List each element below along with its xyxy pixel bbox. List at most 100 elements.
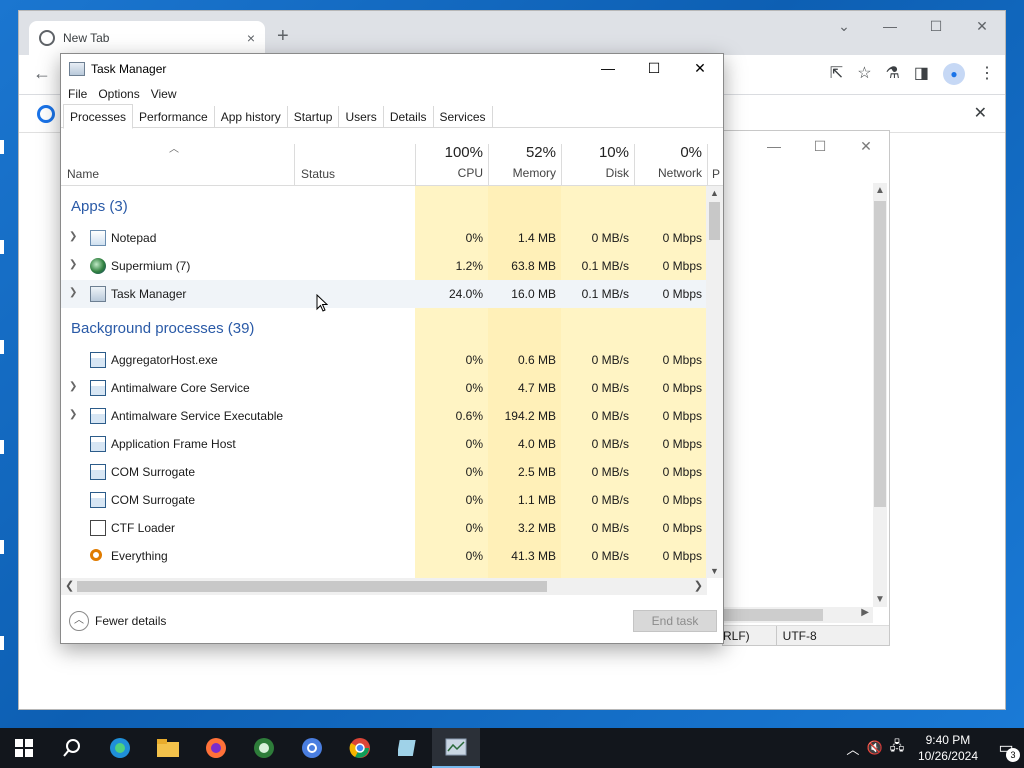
chrome-icon[interactable] (336, 728, 384, 768)
chromium-icon[interactable] (288, 728, 336, 768)
scroll-right-icon[interactable]: ▶ (861, 607, 869, 618)
clock[interactable]: 9:40 PM 10/26/2024 (908, 732, 988, 764)
new-tab-button[interactable]: + (277, 25, 289, 48)
scrollbar-thumb[interactable] (77, 581, 547, 592)
expand-chevron-icon[interactable]: ❯ (69, 231, 77, 242)
process-cpu: 24.0% (448, 287, 483, 301)
share-icon[interactable]: ⇱ (830, 63, 843, 85)
expand-chevron-icon[interactable]: ❯ (69, 381, 77, 392)
vertical-scrollbar[interactable]: ▲ ▼ (706, 186, 723, 578)
browser-maximize-button[interactable]: ☐ (913, 11, 959, 41)
supermium-icon[interactable] (240, 728, 288, 768)
bookmark-star-icon[interactable]: ☆ (857, 63, 871, 85)
minimize-button[interactable]: — (585, 54, 631, 84)
notification-center-icon[interactable]: ▭ 3 (988, 738, 1024, 762)
table-row[interactable]: ❯ Antimalware Service Executable 0.6% 19… (61, 402, 707, 430)
column-network[interactable]: 0% Network (634, 144, 702, 180)
menu-kebab-icon[interactable]: ⋮ (979, 63, 995, 85)
notepad-vertical-scrollbar[interactable]: ▲ ▼ (873, 183, 887, 607)
memory-total: 52% (525, 144, 556, 161)
tab-app-history[interactable]: App history (215, 106, 288, 128)
table-row[interactable]: Everything 0% 41.3 MB 0 MB/s 0 Mbps (61, 542, 707, 570)
process-cpu: 0% (465, 437, 483, 451)
scroll-up-icon[interactable]: ▲ (706, 188, 723, 198)
process-name: Antimalware Core Service (111, 381, 250, 395)
table-row[interactable]: COM Surrogate 0% 1.1 MB 0 MB/s 0 Mbps (61, 486, 707, 514)
table-row[interactable]: ❯ Antimalware Core Service 0% 4.7 MB 0 M… (61, 374, 707, 402)
column-divider[interactable] (707, 144, 708, 186)
column-name[interactable]: Name (67, 167, 99, 181)
expand-chevron-icon[interactable]: ❯ (69, 409, 77, 420)
tab-users[interactable]: Users (339, 106, 384, 128)
notepad-minimize-button[interactable]: — (751, 131, 797, 161)
chevron-up-icon[interactable]: ︿ (842, 739, 864, 758)
tab-processes[interactable]: Processes (63, 104, 134, 129)
scroll-up-icon[interactable]: ▲ (873, 185, 887, 196)
scroll-down-icon[interactable]: ▼ (706, 566, 723, 576)
desktop-icon[interactable] (0, 636, 18, 654)
notepad-close-button[interactable]: ✕ (843, 131, 889, 161)
edge-icon[interactable] (96, 728, 144, 768)
table-row[interactable]: ❯ Supermium (7) 1.2% 63.8 MB 0.1 MB/s 0 … (61, 252, 707, 280)
desktop-icon[interactable] (0, 440, 18, 458)
desktop-icon[interactable] (0, 340, 18, 358)
tab-startup[interactable]: Startup (288, 106, 340, 128)
task-manager-taskbar-icon[interactable] (432, 728, 480, 768)
column-status[interactable]: Status (301, 167, 335, 181)
table-row[interactable]: CTF Loader 0% 3.2 MB 0 MB/s 0 Mbps (61, 514, 707, 542)
file-explorer-icon[interactable] (144, 728, 192, 768)
expand-chevron-icon[interactable]: ❯ (69, 259, 77, 270)
desktop-icon[interactable] (0, 140, 18, 158)
infobar-close-icon[interactable]: ✕ (974, 103, 987, 123)
tab-services[interactable]: Services (434, 106, 493, 128)
column-memory[interactable]: 52% Memory (488, 144, 556, 180)
scrollbar-thumb[interactable] (709, 202, 720, 240)
browser-window-controls: ⌄ — ☐ ✕ (821, 11, 1005, 41)
horizontal-scrollbar[interactable]: ❮ ❯ (61, 578, 707, 595)
firefox-icon[interactable] (192, 728, 240, 768)
scrollbar-thumb[interactable] (874, 201, 886, 507)
back-icon[interactable]: ← (33, 63, 51, 84)
scrollbar-thumb[interactable] (723, 609, 823, 621)
network-icon[interactable]: 🖧 (886, 737, 908, 759)
desktop-icon[interactable] (0, 240, 18, 258)
sort-ascending-icon[interactable]: ︿ (169, 140, 179, 155)
fewer-details-button[interactable]: ︿ Fewer details (69, 611, 166, 631)
browser-tab[interactable]: New Tab × (29, 21, 265, 55)
close-button[interactable]: ✕ (677, 54, 723, 84)
column-cpu[interactable]: 100% CPU (415, 144, 483, 180)
table-row[interactable]: COM Surrogate 0% 2.5 MB 0 MB/s 0 Mbps (61, 458, 707, 486)
tab-search-icon[interactable]: ⌄ (821, 11, 867, 41)
tab-performance[interactable]: Performance (133, 106, 215, 128)
desktop-icon[interactable] (0, 540, 18, 558)
volume-muted-icon[interactable]: 🔇 (864, 740, 886, 756)
scroll-right-icon[interactable]: ❯ (694, 579, 703, 592)
browser-minimize-button[interactable]: — (867, 11, 913, 41)
labs-icon[interactable]: ⚗ (886, 63, 900, 85)
tab-details[interactable]: Details (384, 106, 434, 128)
scroll-down-icon[interactable]: ▼ (873, 594, 887, 605)
maximize-button[interactable]: ☐ (631, 54, 677, 84)
table-row[interactable]: AggregatorHost.exe 0% 0.6 MB 0 MB/s 0 Mb… (61, 346, 707, 374)
notepad-maximize-button[interactable]: ☐ (797, 131, 843, 161)
notepad-taskbar-icon[interactable] (384, 728, 432, 768)
end-task-button[interactable]: End task (633, 610, 717, 632)
tab-close-icon[interactable]: × (247, 30, 255, 46)
profile-avatar[interactable]: ● (943, 63, 965, 85)
column-divider[interactable] (294, 144, 295, 186)
table-row[interactable]: ❯ Task Manager 24.0% 16.0 MB 0.1 MB/s 0 … (61, 280, 707, 308)
expand-chevron-icon[interactable]: ❯ (69, 287, 77, 298)
start-button[interactable] (0, 728, 48, 768)
browser-close-button[interactable]: ✕ (959, 11, 1005, 41)
column-disk[interactable]: 10% Disk (561, 144, 629, 180)
table-row[interactable]: Application Frame Host 0% 4.0 MB 0 MB/s … (61, 430, 707, 458)
menu-file[interactable]: File (67, 84, 93, 106)
notepad-horizontal-scrollbar[interactable]: ▶ (723, 607, 873, 623)
scroll-left-icon[interactable]: ❮ (65, 579, 74, 592)
search-icon[interactable] (48, 728, 96, 768)
menu-view[interactable]: View (150, 84, 183, 106)
side-panel-icon[interactable]: ◨ (914, 63, 929, 85)
column-power-partial[interactable]: P (712, 167, 720, 181)
table-row[interactable]: ❯ Notepad 0% 1.4 MB 0 MB/s 0 Mbps (61, 224, 707, 252)
menu-options[interactable]: Options (97, 84, 145, 106)
